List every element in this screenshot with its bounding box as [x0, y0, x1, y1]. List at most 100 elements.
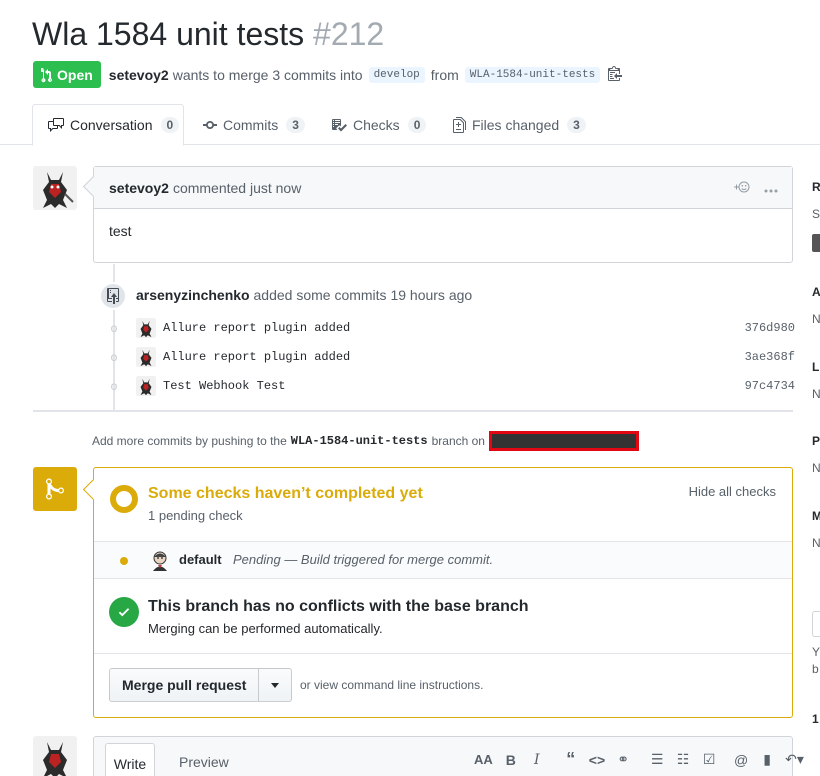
- pending-dot-icon: [120, 557, 128, 565]
- commit-message[interactable]: Test Webhook Test: [163, 379, 285, 393]
- code-icon[interactable]: <>: [589, 752, 605, 768]
- conflict-subtitle: Merging can be performed automatically.: [148, 621, 383, 636]
- tab-label: Files changed: [472, 116, 560, 133]
- commit-dot-icon: o: [110, 350, 118, 364]
- sidebar-text: N: [812, 461, 820, 475]
- sidebar-text: N: [812, 387, 820, 401]
- commit-sha[interactable]: 97c4734: [745, 379, 795, 393]
- comment-header: setevoy2 commented just now: [94, 167, 792, 209]
- avatar[interactable]: [136, 318, 156, 338]
- commit-dot-icon: o: [110, 379, 118, 393]
- pr-title: Wla 1584 unit tests: [32, 16, 305, 52]
- quote-icon[interactable]: “: [563, 749, 579, 770]
- ordered-list-icon[interactable]: ☷: [675, 751, 691, 768]
- push-action: added some commits 19 hours ago: [253, 287, 473, 303]
- hide-checks-button[interactable]: Hide all checks: [689, 484, 776, 499]
- comment-author[interactable]: setevoy2: [109, 180, 169, 196]
- checks-subtitle: 1 pending check: [148, 508, 243, 523]
- tab-checks[interactable]: Checks 0: [331, 104, 427, 145]
- reply-icon[interactable]: ↶▾: [785, 751, 804, 768]
- merge-method-dropdown[interactable]: [259, 669, 291, 701]
- repo-push-icon: [99, 282, 127, 310]
- sidebar-text: Y: [812, 645, 820, 659]
- text-size-icon[interactable]: AA: [474, 752, 493, 767]
- tab-label: Checks: [353, 116, 400, 133]
- bookmark-icon[interactable]: ▮: [759, 751, 775, 768]
- tab-conversation[interactable]: Conversation 0: [32, 104, 184, 146]
- comment-discussion-icon: [48, 118, 64, 132]
- sidebar-heading: A: [812, 285, 820, 299]
- jenkins-avatar: [151, 551, 169, 571]
- state-badge: Open: [33, 61, 101, 88]
- tab-write[interactable]: Write: [105, 743, 155, 776]
- tab-label: Commits: [223, 116, 279, 133]
- comment-timestamp: commented just now: [172, 179, 302, 196]
- pr-title-row: Wla 1584 unit tests #212: [32, 14, 384, 54]
- commit-row: o Allure report plugin added 376d980: [105, 317, 795, 339]
- hint-prefix: Add more commits by pushing to the: [92, 434, 287, 448]
- tab-files-changed[interactable]: Files changed 3: [453, 104, 586, 145]
- command-line-instructions-link[interactable]: command line instructions.: [341, 678, 483, 692]
- merge-alt-text: or view command line instructions.: [300, 678, 483, 692]
- new-comment-editor: Write Preview AA B I “ <> ⚭ ☰ ☷ ☑ @ ▮ ↶▾: [93, 736, 804, 776]
- head-branch[interactable]: WLA-1584-unit-tests: [464, 66, 601, 83]
- commit-sha[interactable]: 376d980: [745, 321, 795, 335]
- link-icon[interactable]: ⚭: [615, 751, 631, 768]
- conflict-status: This branch has no conflicts with the ba…: [94, 580, 792, 654]
- sidebar-text: b: [812, 662, 819, 676]
- clippy-icon[interactable]: [608, 65, 623, 84]
- merge-box: Some checks haven’t completed yet 1 pend…: [93, 467, 793, 718]
- checklist-icon: [332, 118, 347, 131]
- kebab-horizontal-icon[interactable]: [764, 180, 778, 196]
- triangle-down-icon: [271, 682, 280, 688]
- commit-dot-icon: o: [110, 321, 118, 335]
- base-branch[interactable]: develop: [368, 66, 425, 83]
- avatar[interactable]: [812, 234, 820, 252]
- tab-counter: 3: [286, 116, 305, 133]
- git-commit-icon: [203, 120, 217, 129]
- state-label: Open: [57, 66, 93, 83]
- sidebar-heading: R: [812, 180, 820, 194]
- check-name: default: [179, 552, 222, 567]
- merge-pull-request-button[interactable]: Merge pull request: [110, 669, 260, 701]
- sidebar-heading: 1: [812, 712, 819, 726]
- merge-text: wants to merge 3 commits into: [172, 66, 363, 83]
- git-pull-request-icon: [41, 67, 52, 82]
- alt-prefix: or view: [300, 678, 339, 692]
- git-merge-icon: [33, 467, 77, 511]
- sidebar-text: N: [812, 312, 820, 326]
- diff-icon: [453, 116, 466, 133]
- hint-branch: WLA-1584-unit-tests: [290, 434, 428, 448]
- commit-message[interactable]: Allure report plugin added: [163, 350, 350, 364]
- commit-message[interactable]: Allure report plugin added: [163, 321, 350, 335]
- commit-row: o Allure report plugin added 3ae368f: [105, 346, 795, 368]
- merge-button-group: Merge pull request: [109, 668, 293, 702]
- conflict-title: This branch has no conflicts with the ba…: [148, 598, 529, 615]
- comment-body: test: [109, 223, 132, 239]
- avatar[interactable]: [33, 166, 77, 210]
- sidebar-text: S: [812, 207, 820, 221]
- mention-icon[interactable]: @: [733, 752, 749, 768]
- check-description: Pending — Build triggered for merge comm…: [233, 552, 494, 567]
- sidebar-heading: P: [812, 434, 820, 448]
- timeline-divider: [33, 410, 793, 412]
- sidebar-text: N: [812, 536, 820, 550]
- pr-meta: Open setevoy2 wants to merge 3 commits i…: [33, 61, 623, 88]
- pr-author-link[interactable]: setevoy2: [109, 67, 169, 83]
- push-author[interactable]: arsenyzinchenko: [136, 287, 250, 303]
- italic-icon[interactable]: I: [529, 752, 545, 768]
- commit-sha[interactable]: 3ae368f: [745, 350, 795, 364]
- task-list-icon[interactable]: ☑: [701, 751, 717, 768]
- avatar[interactable]: [136, 347, 156, 367]
- bold-icon[interactable]: B: [503, 752, 519, 768]
- redacted-block: [488, 431, 639, 451]
- sidebar-heading: L: [812, 360, 820, 374]
- avatar[interactable]: [33, 736, 77, 776]
- avatar[interactable]: [136, 376, 156, 396]
- unordered-list-icon[interactable]: ☰: [649, 751, 665, 768]
- sidebar-heading: M: [812, 509, 820, 523]
- add-reaction-icon[interactable]: [732, 180, 750, 197]
- sidebar-button[interactable]: [812, 611, 820, 637]
- tab-preview[interactable]: Preview: [179, 754, 229, 770]
- tab-commits[interactable]: Commits 3: [203, 104, 305, 145]
